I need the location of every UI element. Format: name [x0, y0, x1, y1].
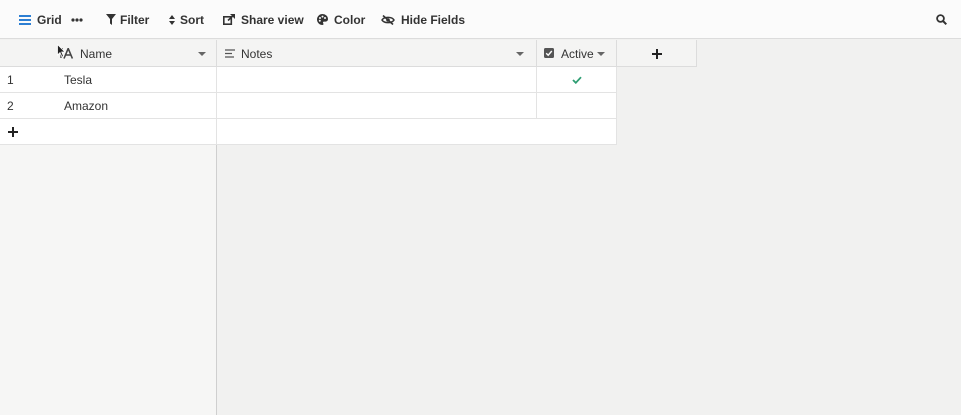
- notes-cell[interactable]: [217, 93, 537, 119]
- column-header-name[interactable]: Name: [0, 40, 217, 67]
- hamburger-icon: [19, 14, 31, 25]
- chevron-down-icon[interactable]: [198, 52, 206, 56]
- share-icon: [223, 14, 235, 25]
- eye-slash-icon: [381, 14, 395, 25]
- sort-icon: [169, 14, 175, 25]
- chevron-down-icon[interactable]: [516, 52, 524, 56]
- column-header-notes-label: Notes: [241, 46, 273, 61]
- plus-icon: [652, 49, 662, 59]
- notes-cell[interactable]: [217, 67, 537, 93]
- toolbar: Grid Filter Sort Share view Color Hide F…: [0, 0, 961, 39]
- active-cell[interactable]: [537, 67, 617, 93]
- color-label: Color: [334, 12, 366, 27]
- chevron-down-icon[interactable]: [597, 52, 605, 56]
- row-number: 2: [7, 99, 14, 113]
- hide-fields-label: Hide Fields: [401, 12, 466, 27]
- column-header-active[interactable]: Active: [537, 40, 617, 67]
- search-icon: [936, 14, 947, 25]
- share-view-button[interactable]: Share view: [223, 0, 304, 39]
- row-number: 1: [7, 73, 14, 87]
- table-row[interactable]: 1 Tesla: [0, 67, 217, 93]
- sort-label: Sort: [180, 12, 204, 27]
- search-button[interactable]: [936, 0, 947, 39]
- add-row-button[interactable]: [0, 119, 217, 145]
- add-row-area[interactable]: [217, 119, 617, 145]
- grid-view-label: Grid: [37, 12, 62, 27]
- name-cell[interactable]: Amazon: [64, 99, 108, 113]
- mouse-cursor-icon: [57, 44, 66, 58]
- frozen-pane: Name 1 Tesla 2 Amazon: [0, 40, 217, 415]
- color-button[interactable]: Color: [317, 0, 365, 39]
- palette-icon: [317, 14, 328, 25]
- grid-view-button[interactable]: Grid: [19, 0, 62, 39]
- column-header-active-label: Active: [561, 46, 594, 61]
- name-cell[interactable]: Tesla: [64, 73, 92, 87]
- filter-button[interactable]: Filter: [106, 0, 149, 39]
- hide-fields-button[interactable]: Hide Fields: [381, 0, 465, 39]
- filter-label: Filter: [120, 12, 150, 27]
- table-row[interactable]: 2 Amazon: [0, 93, 217, 119]
- ellipsis-icon: [71, 17, 83, 22]
- add-field-button[interactable]: [617, 40, 697, 67]
- checkbox-icon: [544, 48, 554, 58]
- long-text-icon: [225, 49, 235, 58]
- more-options-button[interactable]: [71, 0, 83, 39]
- column-header-notes[interactable]: Notes: [217, 40, 537, 67]
- filter-icon: [106, 14, 116, 25]
- plus-icon: [8, 127, 18, 137]
- active-cell[interactable]: [537, 93, 617, 119]
- checkmark-icon: [571, 76, 582, 84]
- column-header-name-label: Name: [80, 46, 113, 61]
- sort-button[interactable]: Sort: [169, 0, 204, 39]
- share-view-label: Share view: [241, 12, 304, 27]
